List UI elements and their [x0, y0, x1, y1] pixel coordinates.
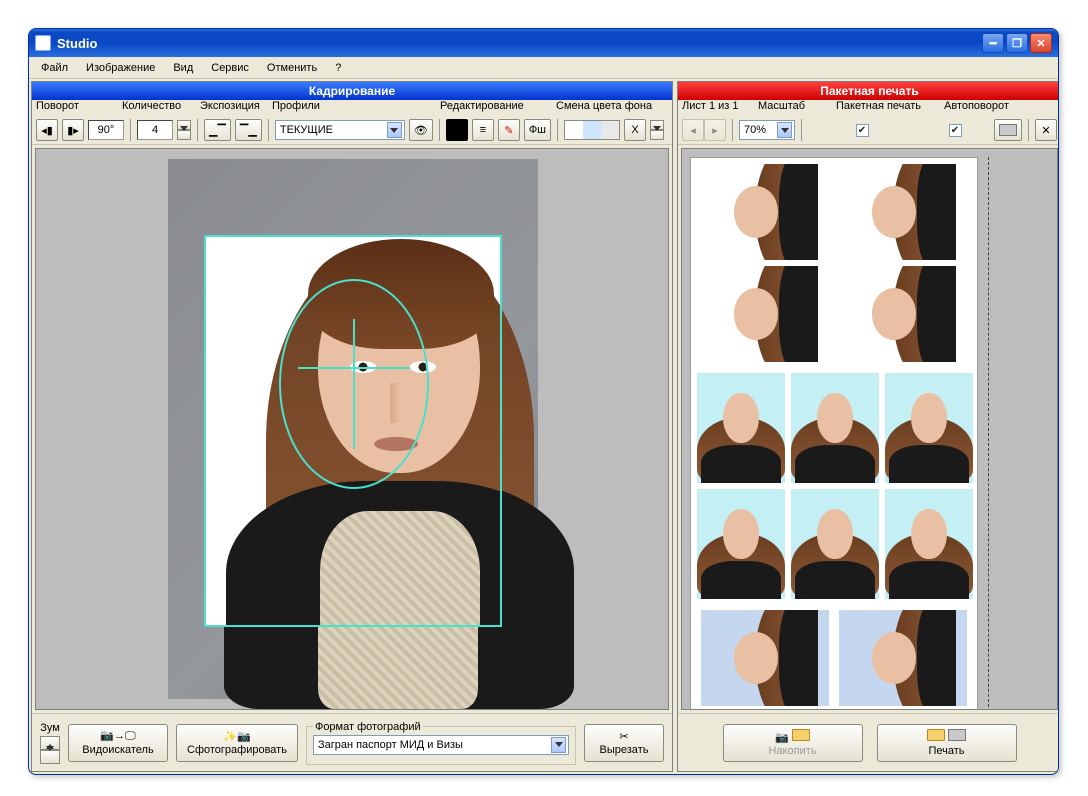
profiles-combo-value: ТЕКУЩИЕ — [278, 124, 387, 136]
rotate-label: Поворот — [32, 100, 118, 116]
capture-label: Сфотографировать — [187, 744, 287, 756]
printer-icon — [999, 124, 1017, 136]
face-guide-horizontal — [298, 367, 410, 369]
accumulate-button[interactable]: 📷 Накопить — [723, 724, 863, 762]
crop-canvas[interactable] — [35, 148, 669, 710]
scale-label: Масштаб — [754, 100, 832, 116]
print-tool-button[interactable] — [994, 119, 1022, 141]
bgcolor-lightblue[interactable] — [583, 121, 601, 139]
close-button[interactable]: ✕ — [1030, 33, 1052, 53]
zoom-spin[interactable] — [40, 736, 60, 764]
capture-button[interactable]: ✨📷 Сфотографировать — [176, 724, 298, 762]
sheet-label: Лист 1 из 1 — [678, 100, 754, 116]
bgcolor-swatches[interactable] — [564, 120, 620, 140]
batch-label: Пакетная печать — [832, 100, 940, 116]
editing-label: Редактирование — [436, 100, 552, 116]
menu-bar[interactable]: Файл Изображение Вид Сервис Отменить ? — [29, 57, 1058, 79]
chevron-down-icon — [387, 122, 402, 138]
app-title: Studio — [57, 36, 97, 51]
autorotate-checkbox[interactable]: ✔ — [949, 124, 962, 137]
camera-folder-icon: 📷 — [775, 729, 810, 744]
bgcolor-label: Смена цвета фона — [552, 100, 672, 116]
edit-pencil-button[interactable]: ✎ — [498, 119, 520, 141]
menu-view[interactable]: Вид — [165, 60, 201, 76]
title-bar[interactable]: Studio ━ ❐ ✕ — [29, 29, 1058, 57]
print-sheet — [690, 157, 978, 710]
bgcolor-clear-button[interactable]: X — [624, 119, 646, 141]
camera-snap-icon: ✨📷 — [223, 730, 250, 743]
print-button[interactable]: Печать — [877, 724, 1017, 762]
bgcolor-spin[interactable] — [650, 120, 664, 140]
exposure-label: Экспозиция — [196, 100, 268, 116]
main-window: Studio ━ ❐ ✕ Файл Изображение Вид Сервис… — [28, 28, 1059, 775]
bgcolor-white[interactable] — [565, 121, 583, 139]
print-bottom-bar: 📷 Накопить Печать — [678, 713, 1059, 771]
scissors-icon — [619, 730, 628, 743]
profile-eye-button[interactable]: 👁 — [409, 119, 433, 141]
batch-checkbox[interactable]: ✔ — [856, 124, 869, 137]
folder-printer-icon — [927, 729, 966, 744]
format-group: Формат фотографий Загран паспорт МИД и В… — [306, 721, 576, 765]
profiles-combo[interactable]: ТЕКУЩИЕ — [275, 120, 405, 140]
cut-button[interactable]: Вырезать — [584, 724, 664, 762]
exposure-up-button[interactable]: ▔▁ — [235, 119, 262, 141]
camera-monitor-icon: 📷→🖵 — [100, 729, 135, 743]
print-panel: Пакетная печать Лист 1 из 1 Масштаб Паке… — [677, 81, 1059, 772]
maximize-button[interactable]: ❐ — [1006, 33, 1028, 53]
edit-lines-button[interactable]: ≡ — [472, 119, 494, 141]
qty-field[interactable]: 4 — [137, 120, 173, 140]
print-preview-canvas[interactable] — [681, 148, 1058, 710]
sheet-divider — [988, 157, 989, 710]
menu-help[interactable]: ? — [327, 60, 349, 76]
edit-fsh-button[interactable]: Фш — [524, 119, 551, 141]
app-icon — [35, 35, 51, 51]
print-label: Печать — [928, 745, 964, 757]
crop-panel-header: Кадрирование — [32, 82, 672, 100]
edit-black-rect-button[interactable] — [446, 119, 468, 141]
autorotate-label: Автоповорот — [940, 100, 1030, 116]
menu-cancel[interactable]: Отменить — [259, 60, 325, 76]
viewfinder-label: Видоискатель — [82, 744, 153, 756]
clear-sheet-button[interactable]: ✕ — [1035, 119, 1057, 141]
crop-panel: Кадрирование Поворот Количество Экспозиц… — [31, 81, 673, 772]
cut-label: Вырезать — [600, 744, 649, 756]
rotate-left-button[interactable]: ◂▮ — [36, 119, 58, 141]
chevron-down-icon — [777, 122, 792, 138]
format-legend: Формат фотографий — [313, 721, 423, 733]
profiles-label: Профили — [268, 100, 436, 116]
bgcolor-gray[interactable] — [601, 121, 619, 139]
qty-label: Количество — [118, 100, 196, 116]
format-combo[interactable]: Загран паспорт МИД и Визы — [313, 735, 569, 755]
scale-combo-value: 70% — [742, 124, 777, 136]
chevron-down-icon — [551, 737, 566, 753]
exposure-down-button[interactable]: ▁▔ — [204, 119, 231, 141]
rotate-angle-field[interactable]: 90° — [88, 120, 124, 140]
print-panel-header: Пакетная печать — [678, 82, 1059, 100]
menu-file[interactable]: Файл — [33, 60, 76, 76]
crop-bottom-bar: Зум 📷→🖵 Видоискатель ✨📷 Сфотографировать… — [32, 713, 672, 771]
viewfinder-button[interactable]: 📷→🖵 Видоискатель — [68, 724, 168, 762]
qty-spin[interactable] — [177, 120, 191, 140]
accumulate-label: Накопить — [769, 745, 817, 757]
rotate-right-button[interactable]: ▮▸ — [62, 119, 84, 141]
zoom-label: Зум — [40, 722, 60, 734]
format-combo-value: Загран паспорт МИД и Визы — [316, 739, 551, 751]
menu-service[interactable]: Сервис — [203, 60, 257, 76]
face-guide-vertical — [353, 319, 355, 449]
minimize-button[interactable]: ━ — [982, 33, 1004, 53]
scale-combo[interactable]: 70% — [739, 120, 795, 140]
sheet-nav[interactable]: ◂▸ — [682, 119, 726, 141]
menu-image[interactable]: Изображение — [78, 60, 163, 76]
